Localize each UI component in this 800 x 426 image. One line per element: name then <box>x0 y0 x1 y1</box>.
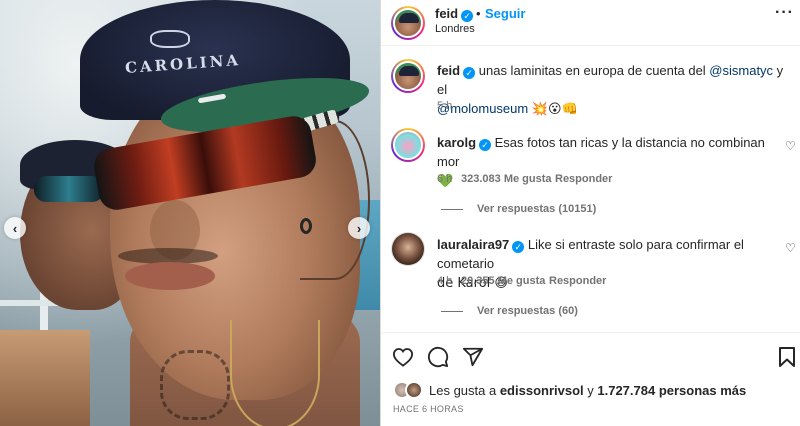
comment-reply-label[interactable]: Responder <box>549 275 606 287</box>
verified-badge-icon: ✓ <box>512 241 525 253</box>
author-username-text[interactable]: feid <box>435 6 458 21</box>
post-timestamp[interactable]: HACE 6 HORAS <box>393 404 464 414</box>
photo-chain <box>230 320 320 426</box>
mention-sismatyc[interactable]: @sismatyc <box>709 63 773 78</box>
carousel-prev-button[interactable]: ‹ <box>4 217 26 239</box>
verified-badge-icon: ✓ <box>463 67 476 79</box>
carousel-next-button[interactable]: › <box>348 217 370 239</box>
follow-button[interactable]: Seguir <box>485 6 525 21</box>
likes-mid: y <box>583 382 598 398</box>
comment-like-heart-icon[interactable]: ♡ <box>785 139 796 153</box>
photo-earring <box>300 218 312 234</box>
comment-reply-label[interactable]: Responder <box>555 173 612 185</box>
likes-prefix: Les gusta a <box>429 382 500 398</box>
chevron-left-icon: ‹ <box>12 220 18 236</box>
comment-avatar[interactable] <box>391 128 425 162</box>
chevron-right-icon: › <box>356 220 362 236</box>
likes-count-link[interactable]: 1.727.784 personas más <box>597 383 746 398</box>
caption-time[interactable]: 5 h <box>437 100 452 112</box>
post-header: feid ✓ • Seguir Londres ··· <box>381 0 800 46</box>
view-replies-label[interactable]: Ver respuestas (60) <box>477 305 578 317</box>
comment-like-count-text[interactable]: 20.355 Me gusta <box>461 275 545 287</box>
likes-user-link[interactable]: edissonrivsol <box>500 383 584 398</box>
comment-icon[interactable] <box>426 345 450 369</box>
more-options-icon[interactable]: ··· <box>775 4 794 22</box>
verified-badge-icon: ✓ <box>479 139 492 151</box>
caption-avatar[interactable] <box>391 59 425 93</box>
caption-username[interactable]: feid <box>437 63 460 78</box>
comment-like-count[interactable]: 323.083 Me gusta <box>461 173 552 185</box>
comment-reply-button[interactable]: Responder <box>555 173 612 185</box>
photo-mouth <box>125 262 215 290</box>
verified-badge-icon: ✓ <box>461 10 474 22</box>
comment-avatar[interactable] <box>391 232 425 266</box>
separator-dot: • <box>476 6 481 21</box>
caption: feid ✓ unas laminitas en europa de cuenta… <box>437 61 787 119</box>
caption-emojis: 💥😮👊 <box>531 102 578 117</box>
author-avatar[interactable] <box>391 6 425 40</box>
view-replies-button[interactable]: Ver respuestas (60) <box>441 305 578 317</box>
post-side-panel: feid ✓ • Seguir Londres ··· feid ✓ unas la… <box>380 0 800 426</box>
liker-avatar[interactable] <box>405 381 423 399</box>
replies-divider <box>441 310 463 312</box>
view-replies-label[interactable]: Ver respuestas (10151) <box>477 203 596 215</box>
comment-username[interactable]: karolg <box>437 135 476 150</box>
comment-like-heart-icon[interactable]: ♡ <box>785 241 796 255</box>
likes-summary: Les gusta a edissonrivsol y 1.727.784 pe… <box>393 381 746 399</box>
photo-tattoo <box>160 350 230 420</box>
photo-cap-logo <box>150 30 190 48</box>
heart-icon[interactable] <box>391 345 415 369</box>
post-actions: Les gusta a edissonrivsol y 1.727.784 pe… <box>381 332 800 426</box>
author-username[interactable]: feid ✓ <box>435 6 474 22</box>
post-photo[interactable]: CAROLINA ‹ › <box>0 0 380 426</box>
comment-time[interactable]: 6 h <box>437 173 452 185</box>
comment-username[interactable]: lauralaira97 <box>437 237 509 252</box>
comment-time[interactable]: 4 h <box>437 275 452 287</box>
comment-like-count[interactable]: 20.355 Me gusta <box>461 275 545 287</box>
caption-text: unas laminitas en europa de cuenta del <box>478 63 710 78</box>
comment-reply-button[interactable]: Responder <box>549 275 606 287</box>
photo-deck <box>0 330 90 426</box>
replies-divider <box>441 208 463 210</box>
share-icon[interactable] <box>461 345 485 369</box>
post-location[interactable]: Londres <box>435 23 475 35</box>
view-replies-button[interactable]: Ver respuestas (10151) <box>441 203 596 215</box>
photo-back-sunglasses <box>34 176 104 202</box>
likes-text: Les gusta a edissonrivsol y 1.727.784 pe… <box>429 383 746 398</box>
comment-like-count-text[interactable]: 323.083 Me gusta <box>461 173 552 185</box>
bookmark-icon[interactable] <box>775 345 799 369</box>
